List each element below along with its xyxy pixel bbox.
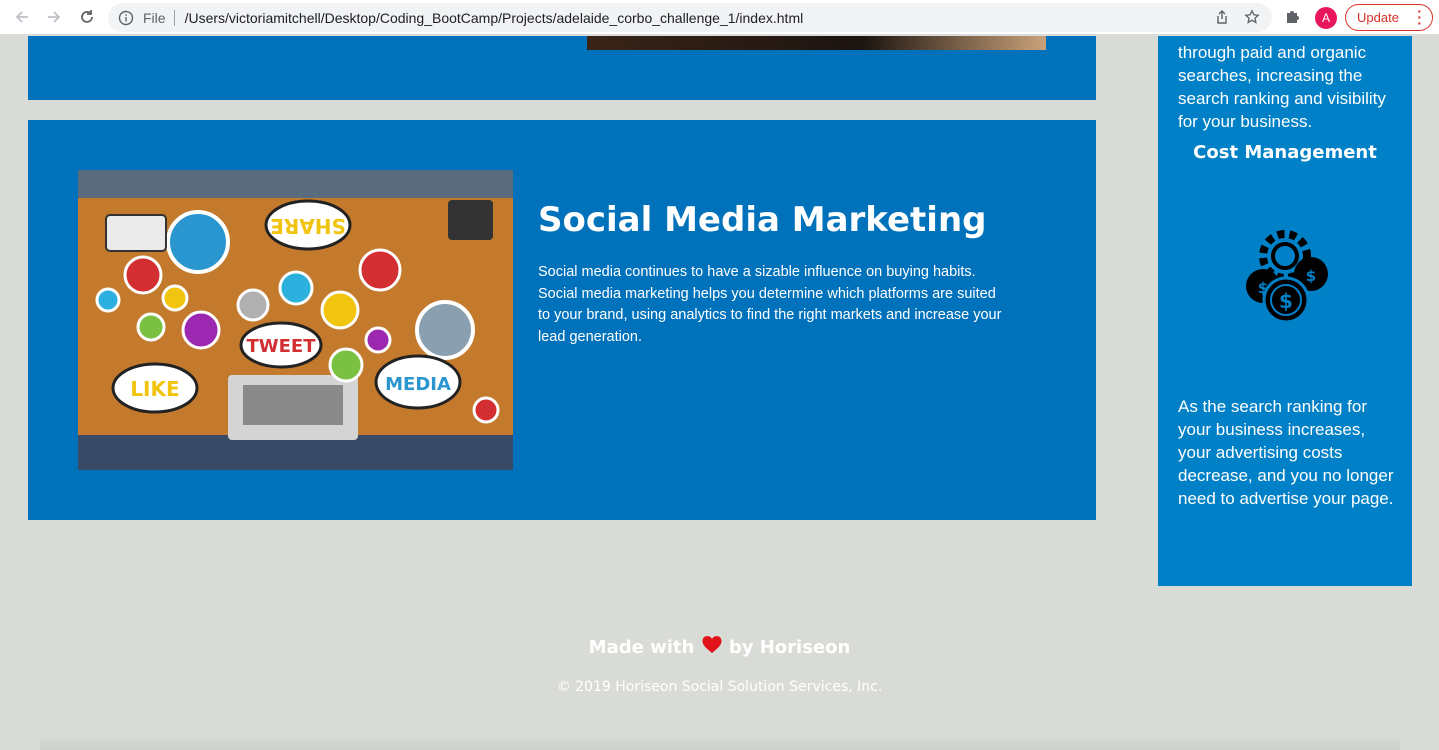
back-arrow-icon[interactable] [10, 5, 34, 29]
cost-management-icon: $ $ $ [1233, 224, 1337, 328]
svg-text:$: $ [1279, 289, 1293, 313]
media-bubble-text: MEDIA [385, 374, 451, 395]
svg-text:$: $ [1306, 267, 1316, 285]
made-with-text: Made with [588, 637, 695, 658]
update-label: Update [1357, 10, 1399, 25]
social-media-illustration: SHARE TWEET LIKE MEDIA [78, 170, 513, 470]
update-button[interactable]: Update · · · [1345, 4, 1433, 31]
bookmark-star-icon[interactable] [1244, 9, 1260, 30]
address-bar[interactable]: File /Users/victoriamitchell/Desktop/Cod… [108, 3, 1272, 32]
cost-management-heading: Cost Management [1193, 142, 1377, 163]
address-divider [173, 9, 175, 26]
social-media-image: SHARE TWEET LIKE MEDIA [78, 170, 513, 470]
browser-toolbar: File /Users/victoriamitchell/Desktop/Cod… [0, 0, 1439, 35]
by-horiseon-text: by Horiseon [728, 637, 851, 658]
like-bubble-text: LIKE [130, 377, 179, 401]
more-menu-icon[interactable]: · · · [1417, 4, 1422, 30]
file-scheme-label: File [143, 9, 166, 26]
footer-made-with: Made with by Horiseon [0, 634, 1439, 658]
extensions-puzzle-icon[interactable] [1284, 7, 1302, 30]
previous-content-card [28, 36, 1096, 100]
cost-management-text: As the search ranking for your business … [1178, 397, 1394, 508]
page-viewport: SHARE TWEET LIKE MEDIA Social Media Mark… [0, 36, 1439, 750]
footer-shadow [40, 736, 1400, 750]
svg-text:$: $ [1258, 279, 1268, 297]
benefits-sidebar: through paid and organic searches, incre… [1158, 36, 1412, 586]
info-icon[interactable] [118, 10, 134, 26]
card-title: Social Media Marketing [538, 200, 987, 240]
profile-avatar[interactable]: A [1315, 7, 1337, 29]
search-benefit-text: through paid and organic searches, incre… [1178, 43, 1386, 131]
share-icon[interactable] [1214, 9, 1230, 30]
social-media-marketing-card: SHARE TWEET LIKE MEDIA Social Media Mark… [28, 120, 1096, 520]
heart-icon [702, 636, 722, 653]
share-bubble-text: SHARE [270, 214, 346, 238]
forward-arrow-icon[interactable] [42, 5, 66, 29]
copyright-text: © 2019 Horiseon Social Solution Services… [556, 679, 883, 695]
previous-card-image [587, 36, 1046, 50]
reload-icon[interactable] [75, 5, 99, 29]
card-description: Social media continues to have a sizable… [538, 264, 1002, 345]
tweet-bubble-text: TWEET [246, 336, 316, 357]
url-text[interactable]: /Users/victoriamitchell/Desktop/Coding_B… [185, 10, 804, 26]
